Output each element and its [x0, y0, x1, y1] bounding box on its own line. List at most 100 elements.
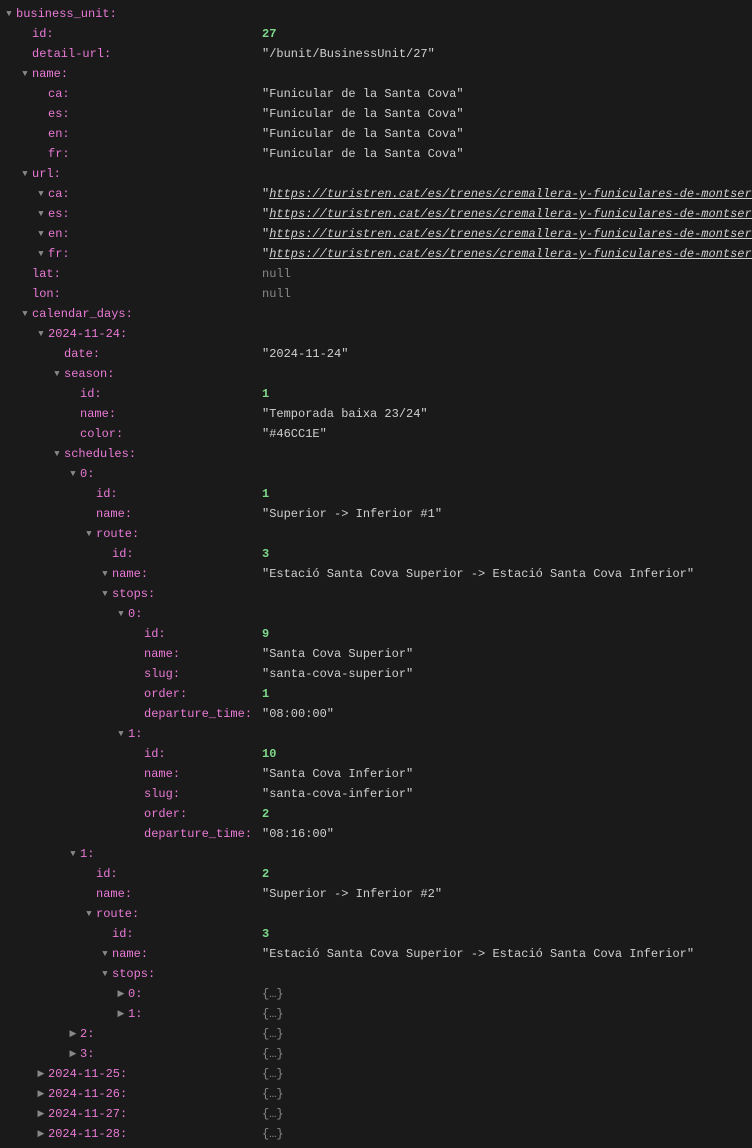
arrow-collapsed-icon[interactable]: ▶: [36, 1104, 46, 1124]
tree-row[interactable]: slug"santa-cova-inferior": [0, 784, 752, 804]
tree-row[interactable]: ▶2{…}: [0, 1024, 752, 1044]
tree-row[interactable]: ▼stops: [0, 584, 752, 604]
arrow-expanded-icon[interactable]: ▼: [36, 184, 46, 204]
tree-value: "2024-11-24": [262, 344, 348, 364]
tree-row[interactable]: name"Superior -> Inferior #2": [0, 884, 752, 904]
tree-row[interactable]: ▼name: [0, 64, 752, 84]
tree-key: departure_time: [144, 704, 252, 724]
tree-row[interactable]: ▼en"https://turistren.cat/es/trenes/crem…: [0, 224, 752, 244]
arrow-collapsed-icon[interactable]: ▶: [68, 1044, 78, 1064]
tree-row[interactable]: id9: [0, 624, 752, 644]
tree-row[interactable]: ▼name"Estació Santa Cova Superior -> Est…: [0, 564, 752, 584]
url-link[interactable]: https://turistren.cat/es/trenes/cremalle…: [269, 227, 752, 241]
tree-row[interactable]: id3: [0, 924, 752, 944]
tree-row[interactable]: ca"Funicular de la Santa Cova": [0, 84, 752, 104]
arrow-expanded-icon[interactable]: ▼: [84, 524, 94, 544]
arrow-expanded-icon[interactable]: ▼: [116, 604, 126, 624]
arrow-expanded-icon[interactable]: ▼: [68, 464, 78, 484]
url-link[interactable]: https://turistren.cat/es/trenes/cremalle…: [269, 187, 752, 201]
tree-row[interactable]: id2: [0, 864, 752, 884]
tree-row[interactable]: fr"Funicular de la Santa Cova": [0, 144, 752, 164]
tree-row[interactable]: ▼1: [0, 724, 752, 744]
tree-row[interactable]: ▼stops: [0, 964, 752, 984]
arrow-expanded-icon[interactable]: ▼: [20, 304, 30, 324]
tree-row[interactable]: order2: [0, 804, 752, 824]
tree-row[interactable]: latnull: [0, 264, 752, 284]
arrow-expanded-icon[interactable]: ▼: [100, 964, 110, 984]
arrow-expanded-icon[interactable]: ▼: [20, 64, 30, 84]
tree-key: ca: [48, 184, 70, 204]
tree-row[interactable]: ▼ca"https://turistren.cat/es/trenes/crem…: [0, 184, 752, 204]
tree-row[interactable]: ▼route: [0, 904, 752, 924]
tree-row[interactable]: detail-url"/bunit/BusinessUnit/27": [0, 44, 752, 64]
tree-row[interactable]: ▶2024-11-28{…}: [0, 1124, 752, 1144]
tree-row[interactable]: id10: [0, 744, 752, 764]
tree-row[interactable]: id1: [0, 384, 752, 404]
tree-row[interactable]: ▼url: [0, 164, 752, 184]
arrow-expanded-icon[interactable]: ▼: [36, 204, 46, 224]
arrow-expanded-icon[interactable]: ▼: [84, 904, 94, 924]
arrow-expanded-icon[interactable]: ▼: [68, 844, 78, 864]
tree-row[interactable]: ▶2024-11-26{…}: [0, 1084, 752, 1104]
tree-row[interactable]: ▼2024-11-24: [0, 324, 752, 344]
tree-row[interactable]: date"2024-11-24": [0, 344, 752, 364]
tree-row[interactable]: name"Superior -> Inferior #1": [0, 504, 752, 524]
arrow-collapsed-icon[interactable]: ▶: [116, 1004, 126, 1024]
tree-row[interactable]: ▶2024-11-27{…}: [0, 1104, 752, 1124]
tree-row[interactable]: ▼route: [0, 524, 752, 544]
tree-key: slug: [144, 784, 180, 804]
arrow-collapsed-icon[interactable]: ▶: [36, 1064, 46, 1084]
tree-row[interactable]: ▼0: [0, 604, 752, 624]
arrow-expanded-icon[interactable]: ▼: [20, 164, 30, 184]
arrow-expanded-icon[interactable]: ▼: [100, 564, 110, 584]
tree-value: "Funicular de la Santa Cova": [262, 84, 464, 104]
arrow-expanded-icon[interactable]: ▼: [100, 944, 110, 964]
tree-key: 2024-11-25: [48, 1064, 127, 1084]
arrow-collapsed-icon[interactable]: ▶: [116, 984, 126, 1004]
tree-value: 10: [262, 744, 276, 764]
tree-value: 27: [262, 24, 276, 44]
arrow-expanded-icon[interactable]: ▼: [36, 324, 46, 344]
tree-row[interactable]: ▶1{…}: [0, 1004, 752, 1024]
tree-row[interactable]: ▼1: [0, 844, 752, 864]
tree-row[interactable]: name"Santa Cova Inferior": [0, 764, 752, 784]
tree-row[interactable]: ▼season: [0, 364, 752, 384]
tree-row[interactable]: ▼business_unit: [0, 4, 752, 24]
tree-row[interactable]: lonnull: [0, 284, 752, 304]
arrow-expanded-icon[interactable]: ▼: [4, 4, 14, 24]
arrow-expanded-icon[interactable]: ▼: [100, 584, 110, 604]
arrow-collapsed-icon[interactable]: ▶: [36, 1084, 46, 1104]
tree-row[interactable]: ▼0: [0, 464, 752, 484]
tree-row[interactable]: ▶3{…}: [0, 1044, 752, 1064]
tree-row[interactable]: color"#46CC1E": [0, 424, 752, 444]
url-link[interactable]: https://turistren.cat/es/trenes/cremalle…: [269, 207, 752, 221]
arrow-expanded-icon[interactable]: ▼: [36, 224, 46, 244]
arrow-expanded-icon[interactable]: ▼: [116, 724, 126, 744]
arrow-collapsed-icon[interactable]: ▶: [36, 1124, 46, 1144]
tree-row[interactable]: ▶0{…}: [0, 984, 752, 1004]
tree-row[interactable]: es"Funicular de la Santa Cova": [0, 104, 752, 124]
tree-value: "#46CC1E": [262, 424, 327, 444]
tree-row[interactable]: ▶2024-11-25{…}: [0, 1064, 752, 1084]
url-link[interactable]: https://turistren.cat/es/trenes/cremalle…: [269, 247, 752, 261]
arrow-expanded-icon[interactable]: ▼: [52, 444, 62, 464]
tree-row[interactable]: slug"santa-cova-superior": [0, 664, 752, 684]
tree-row[interactable]: id3: [0, 544, 752, 564]
tree-row[interactable]: id27: [0, 24, 752, 44]
tree-row[interactable]: name"Santa Cova Superior": [0, 644, 752, 664]
tree-row[interactable]: id1: [0, 484, 752, 504]
arrow-expanded-icon[interactable]: ▼: [36, 244, 46, 264]
tree-row[interactable]: departure_time"08:16:00": [0, 824, 752, 844]
arrow-spacer: [132, 684, 142, 704]
tree-row[interactable]: order1: [0, 684, 752, 704]
tree-row[interactable]: ▼name"Estació Santa Cova Superior -> Est…: [0, 944, 752, 964]
tree-row[interactable]: ▼es"https://turistren.cat/es/trenes/crem…: [0, 204, 752, 224]
tree-row[interactable]: departure_time"08:00:00": [0, 704, 752, 724]
arrow-collapsed-icon[interactable]: ▶: [68, 1024, 78, 1044]
tree-row[interactable]: ▼fr"https://turistren.cat/es/trenes/crem…: [0, 244, 752, 264]
tree-row[interactable]: ▼schedules: [0, 444, 752, 464]
tree-row[interactable]: ▼calendar_days: [0, 304, 752, 324]
tree-row[interactable]: en"Funicular de la Santa Cova": [0, 124, 752, 144]
tree-row[interactable]: name"Temporada baixa 23/24": [0, 404, 752, 424]
arrow-expanded-icon[interactable]: ▼: [52, 364, 62, 384]
